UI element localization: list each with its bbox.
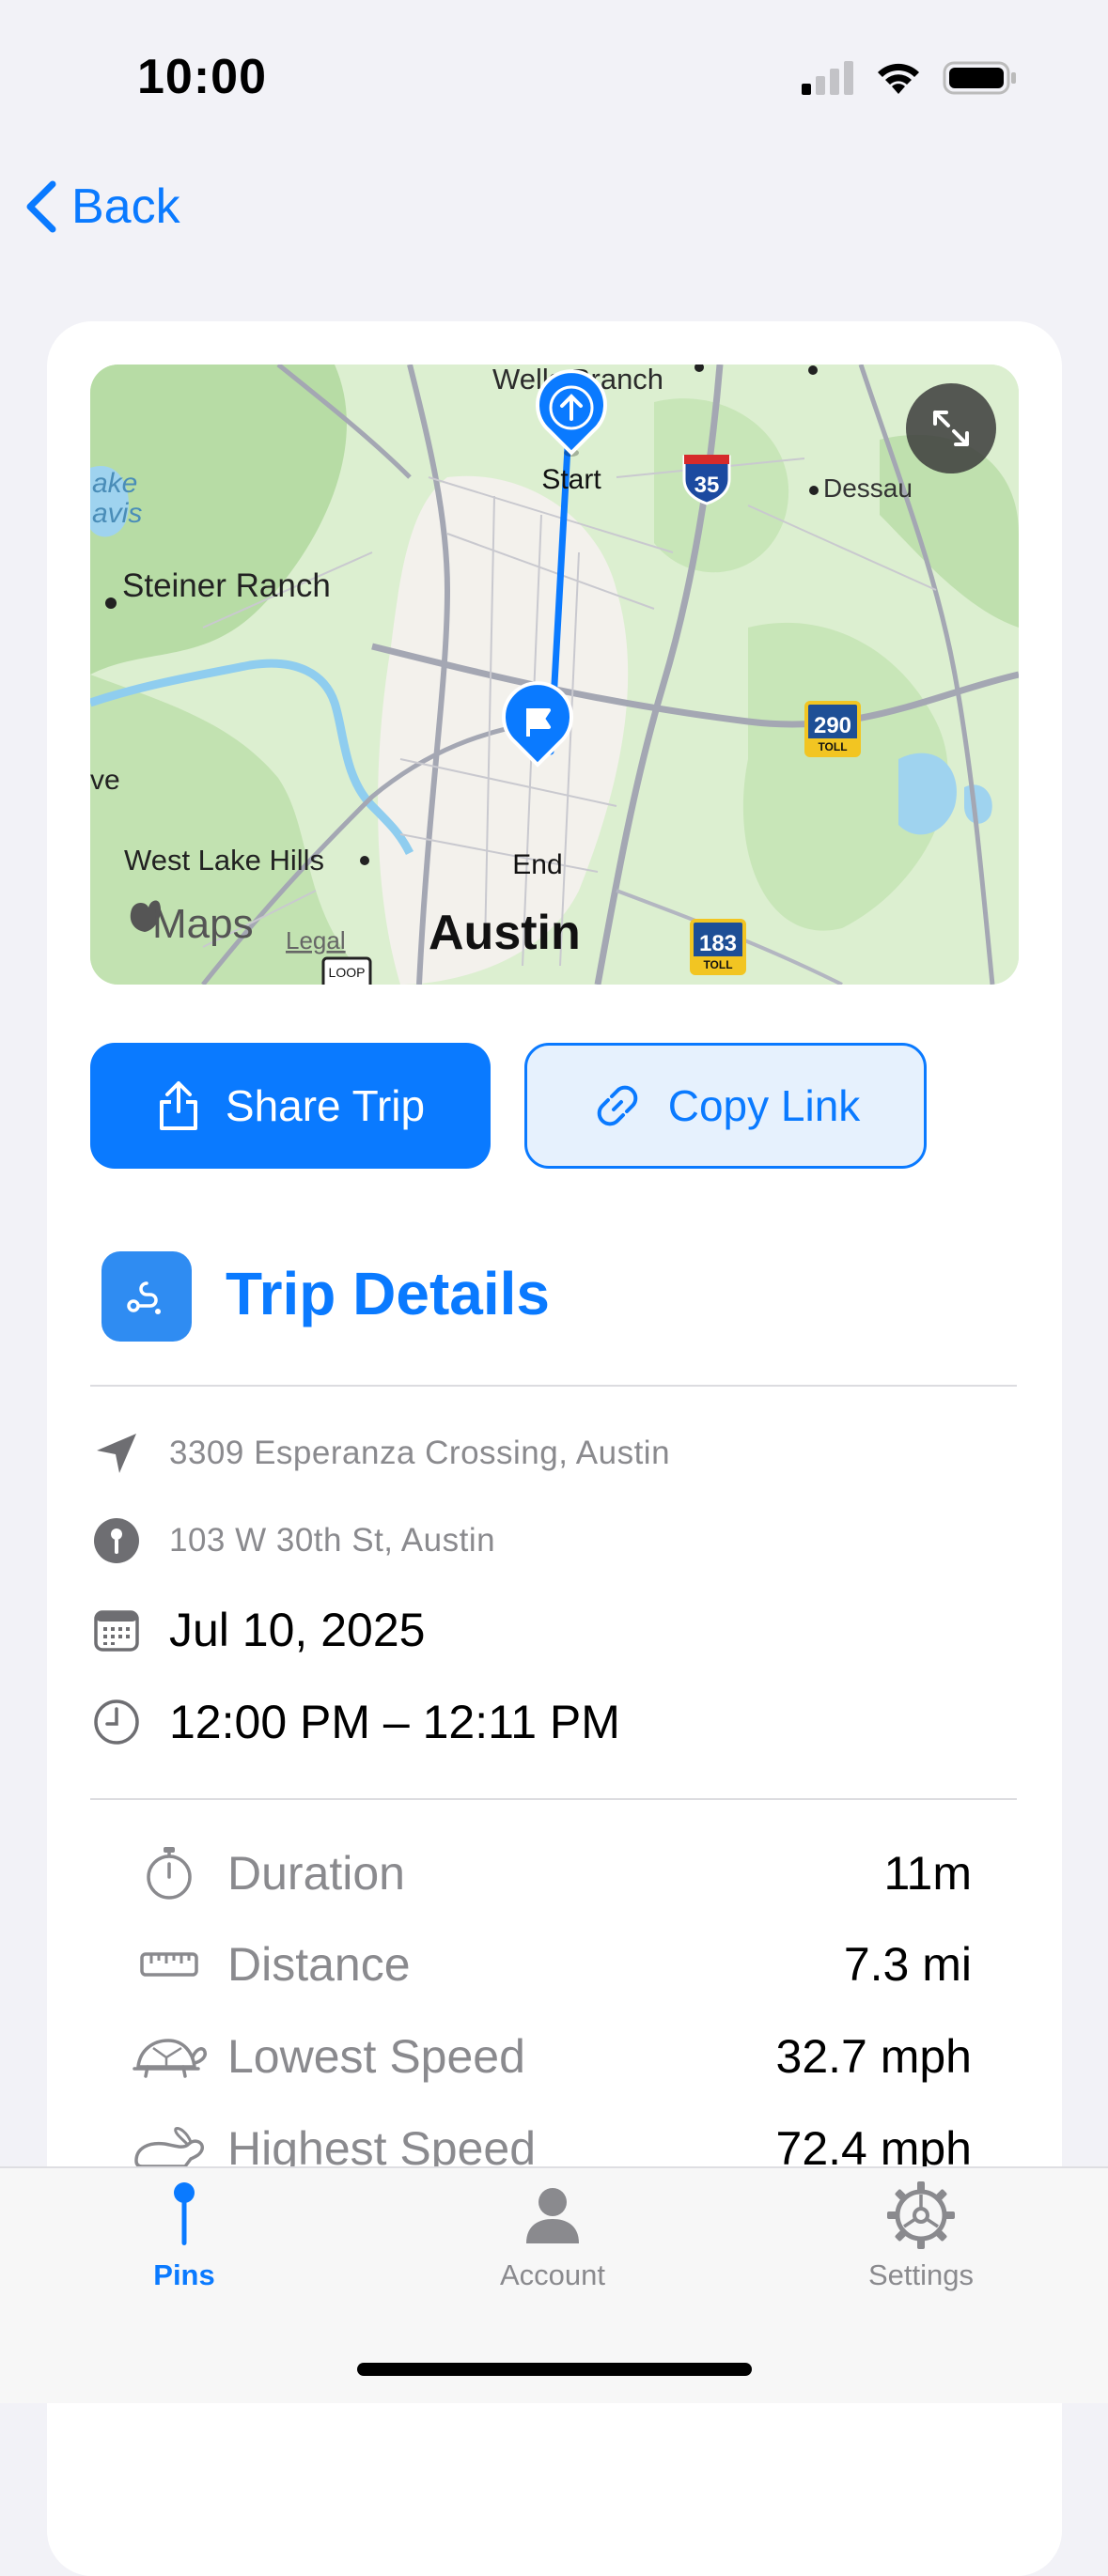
- map-pin-icon: [94, 1518, 139, 1563]
- map-label-west-lake-hills: West Lake Hills: [124, 844, 324, 877]
- copy-link-button[interactable]: Copy Link: [524, 1043, 927, 1169]
- chevron-left-icon: [26, 180, 56, 233]
- svg-text:TOLL: TOLL: [703, 958, 732, 971]
- gear-icon: [887, 2181, 955, 2249]
- stat-label-duration: Duration: [227, 1847, 405, 1900]
- stat-row-distance: Distance 7.3 mi: [128, 1937, 972, 1992]
- person-icon: [526, 2188, 579, 2243]
- cellular-signal-icon: [802, 61, 853, 95]
- start-address: 3309 Esperanza Crossing, Austin: [169, 1435, 671, 1471]
- battery-icon: [943, 61, 1016, 95]
- trip-details-title: Trip Details: [226, 1260, 550, 1327]
- stat-row-lowest-speed: Lowest Speed 32.7 mph: [128, 2029, 972, 2084]
- svg-text:LOOP: LOOP: [329, 965, 366, 980]
- toll-183-shield: 183 TOLL: [690, 919, 746, 975]
- trip-time-range: 12:00 PM – 12:11 PM: [169, 1696, 620, 1748]
- copy-link-label: Copy Link: [667, 1081, 861, 1130]
- clock-icon: [94, 1699, 139, 1745]
- hare-icon: [134, 2127, 204, 2168]
- calendar-icon: [94, 1610, 139, 1652]
- expand-map-button[interactable]: [906, 383, 996, 473]
- back-button[interactable]: Back: [23, 178, 180, 235]
- status-icons: [802, 60, 1018, 96]
- map-label-dessau: Dessau: [823, 473, 913, 503]
- stat-value-lowest-speed: 32.7 mph: [775, 2030, 972, 2083]
- map-label-austin: Austin: [429, 906, 581, 960]
- home-indicator: [357, 2363, 752, 2376]
- back-label: Back: [71, 179, 180, 234]
- tab-pins[interactable]: Pins: [43, 2180, 325, 2292]
- pin-icon: [174, 2182, 195, 2245]
- tab-pins-label: Pins: [153, 2258, 215, 2291]
- end-address: 103 W 30th St, Austin: [169, 1522, 496, 1559]
- expand-arrows-icon: [933, 411, 969, 446]
- map-canvas: Wells Branch Dessau Steiner Ranch ake av…: [90, 365, 1019, 985]
- interstate-35-shield: 35: [682, 455, 731, 505]
- stat-label-distance: Distance: [227, 1938, 411, 1991]
- tortoise-icon: [133, 2039, 207, 2078]
- end-address-row: 103 W 30th St, Austin: [90, 1516, 495, 1565]
- share-trip-button[interactable]: Share Trip: [90, 1043, 491, 1169]
- tab-account-label: Account: [499, 2258, 605, 2291]
- map-label-lake-1: ake: [92, 468, 137, 499]
- loop-shield: LOOP: [321, 956, 372, 985]
- tab-settings[interactable]: Settings: [780, 2180, 1062, 2292]
- ruler-icon: [140, 1952, 198, 1977]
- divider-bottom: [90, 1798, 1017, 1800]
- share-trip-label: Share Trip: [225, 1081, 426, 1130]
- svg-text:290: 290: [814, 713, 851, 738]
- trip-date: Jul 10, 2025: [169, 1604, 426, 1656]
- time-row: 12:00 PM – 12:11 PM: [90, 1695, 620, 1749]
- toll-290-shield: 290 TOLL: [804, 701, 861, 757]
- svg-text:183: 183: [699, 931, 737, 956]
- map-label-ve: ve: [90, 765, 120, 796]
- map-label-lake-2: avis: [92, 498, 142, 529]
- tab-settings-label: Settings: [867, 2258, 974, 2291]
- wifi-icon: [878, 63, 919, 94]
- svg-text:TOLL: TOLL: [818, 740, 847, 753]
- map-label-steiner-ranch: Steiner Ranch: [122, 567, 331, 604]
- route-icon: [127, 1281, 161, 1314]
- stat-label-lowest-speed: Lowest Speed: [227, 2030, 525, 2083]
- status-time: 10:00: [137, 50, 267, 104]
- map-label-legal: Legal: [286, 926, 346, 954]
- map-label-end: End: [512, 849, 562, 880]
- map-label-start: Start: [541, 464, 601, 495]
- trip-details-icon: [101, 1251, 192, 1342]
- stat-row-duration: Duration 11m: [128, 1845, 972, 1901]
- stat-value-distance: 7.3 mi: [843, 1938, 972, 1991]
- map-label-maps: Maps: [152, 901, 254, 947]
- share-icon: [159, 1081, 197, 1130]
- stat-value-duration: 11m: [883, 1847, 972, 1900]
- trip-map[interactable]: Wells Branch Dessau Steiner Ranch ake av…: [90, 365, 1019, 985]
- svg-text:35: 35: [694, 473, 720, 498]
- divider-top: [90, 1385, 1017, 1387]
- date-row: Jul 10, 2025: [90, 1603, 425, 1657]
- stopwatch-icon: [147, 1847, 192, 1900]
- location-arrow-icon: [97, 1434, 136, 1473]
- link-icon: [597, 1085, 638, 1126]
- tab-account[interactable]: Account: [412, 2180, 694, 2292]
- start-address-row: 3309 Esperanza Crossing, Austin: [90, 1430, 670, 1477]
